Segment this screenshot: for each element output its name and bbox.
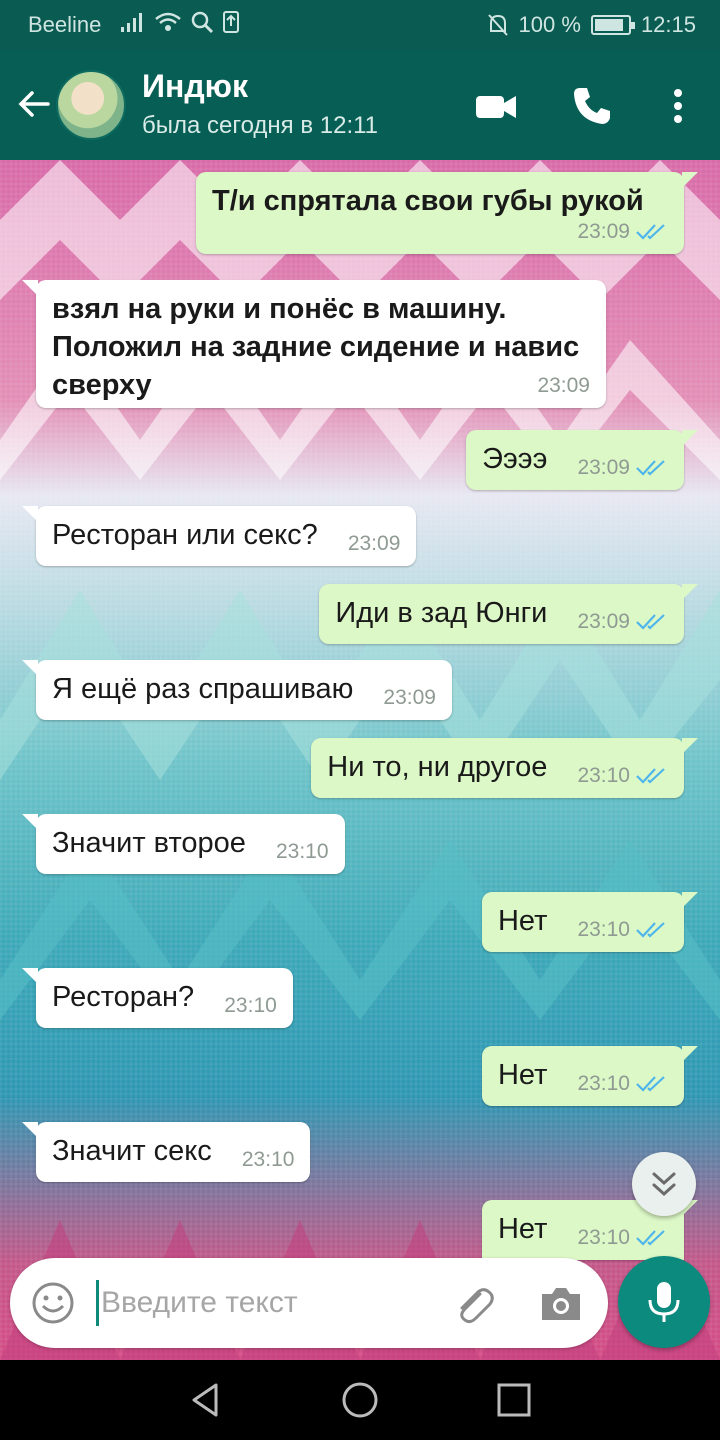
microphone-icon [648,1282,680,1322]
message-meta: 23:09 [234,220,668,244]
message-text: Я ещё раз спрашиваю [52,673,354,705]
message-meta: 23:10 [577,918,668,942]
message-time: 23:09 [577,610,630,633]
read-ticks-icon [636,922,665,938]
message-text: Нет [497,1059,548,1091]
clock: 12:15 [640,12,696,37]
wifi-icon [155,12,181,31]
message-meta: 23:10 [276,840,329,864]
message-text: Ресторан или секс? [52,519,318,551]
message-bubble[interactable]: Ээээ 23:09 [466,430,698,490]
nav-home-icon[interactable] [340,1380,380,1420]
message-time: 23:09 [347,532,401,555]
message-bubble[interactable]: Нет 23:10 [481,892,699,952]
message-meta: 23:10 [577,764,668,788]
message-text: Т/и спрятала свои губы рукой [212,185,644,217]
message-text: Значит второе [52,827,246,859]
video-call-icon[interactable] [474,84,518,128]
message-bubble[interactable]: Ресторан? 23:10 [22,968,293,1028]
message-time: 23:09 [537,374,590,397]
message-time: 23:09 [577,456,630,479]
attach-icon[interactable] [450,1280,496,1326]
message-meta: 23:09 [383,686,436,710]
message-bubble[interactable]: Иди в зад Юнги 23:09 [319,584,698,644]
message-meta: 23:10 [577,1072,668,1096]
camera-icon[interactable] [538,1280,584,1326]
message-meta: 23:10 [242,1148,295,1172]
mute-bell-icon [487,14,508,36]
message-time: 23:10 [577,1226,630,1249]
voice-message-button[interactable] [618,1256,710,1348]
upload-icon [223,11,239,33]
message-text: Значит секс [52,1135,212,1167]
message-input[interactable] [96,1280,426,1326]
system-nav-bar [0,1360,720,1440]
status-bar: Beeline 100 % 12:15 [0,0,720,50]
message-text: Нет [497,1213,548,1245]
chat-area[interactable]: Т/и спрятала свои губы рукой 23:09 взял … [0,160,720,1360]
read-ticks-icon [636,614,665,630]
chat-header: Индюк была сегодня в 12:11 [0,50,720,160]
message-text: Ресторан? [52,981,195,1013]
message-text: Иди в зад Юнги [335,597,548,629]
carrier-label: Beeline [28,12,102,37]
message-time: 23:10 [577,764,630,787]
message-meta: 23:09 [577,610,668,634]
message-time: 23:09 [383,686,436,709]
message-bubble[interactable]: Ресторан или секс? 23:09 [21,506,417,566]
message-meta: 23:09 [348,532,401,556]
message-time: 23:10 [241,1148,295,1171]
emoji-icon[interactable] [30,1280,76,1326]
read-ticks-icon [636,1076,665,1092]
battery-icon [590,15,635,35]
status-right: 100 % 12:15 [487,12,696,38]
contact-name[interactable]: Индюк [142,68,248,105]
message-text: Нет [497,905,548,937]
message-bubble[interactable]: Значит второе 23:10 [22,814,345,874]
message-time: 23:10 [275,840,329,863]
message-meta: 23:09 [577,456,668,480]
message-composer [10,1258,608,1348]
phone-call-icon[interactable] [570,84,614,128]
scroll-to-bottom-button[interactable] [632,1152,696,1216]
nav-back-icon[interactable] [186,1380,226,1420]
double-chevron-down-icon [652,1172,676,1197]
read-ticks-icon [636,1230,665,1246]
message-time: 23:10 [577,1072,630,1095]
message-time: 23:09 [577,220,630,243]
message-time: 23:10 [224,994,277,1017]
message-text: Ээээ [482,443,548,475]
message-bubble[interactable]: Ни то, ни другое 23:10 [311,738,698,798]
message-bubble[interactable]: Значит секс 23:10 [21,1122,311,1182]
search-status-icon [191,11,214,34]
back-arrow-icon[interactable] [14,84,54,124]
message-meta: 23:10 [577,1226,668,1250]
battery-percent: 100 % [518,12,581,37]
avatar[interactable] [56,70,126,140]
read-ticks-icon [636,460,665,476]
message-text: Ни то, ни другое [327,751,548,783]
message-bubble[interactable]: Т/и спрятала свои губы рукой 23:09 [196,172,698,254]
more-options-icon[interactable] [656,84,700,128]
nav-recents-icon[interactable] [494,1380,534,1420]
read-ticks-icon [636,768,665,784]
message-time: 23:10 [577,918,630,941]
signal-icon [121,13,142,32]
read-ticks-icon [636,224,665,240]
status-icons [120,10,240,34]
message-meta: 23:10 [224,994,277,1018]
message-bubble[interactable]: Нет 23:10 [481,1046,699,1106]
contact-last-seen: была сегодня в 12:11 [142,112,379,139]
message-bubble[interactable]: Я ещё раз спрашиваю 23:09 [22,660,452,720]
message-bubble[interactable]: взял на руки и понёс в машину. Положил н… [22,280,606,408]
